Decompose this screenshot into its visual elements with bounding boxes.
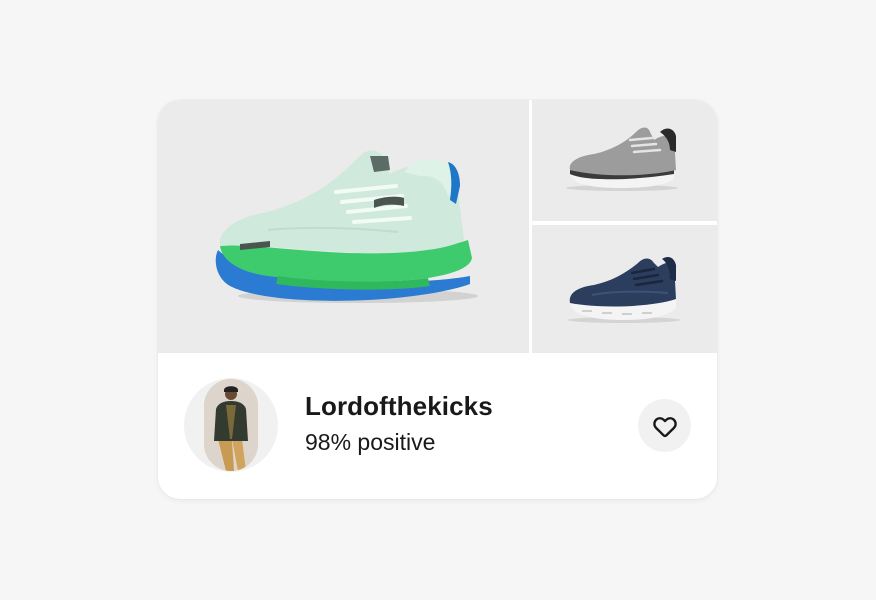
favorite-seller-button[interactable] xyxy=(638,399,691,452)
shoe-grey-icon xyxy=(566,127,678,191)
seller-avatar[interactable] xyxy=(184,378,278,472)
gallery-image-bottom[interactable] xyxy=(532,225,717,353)
shoe-navy-icon xyxy=(568,257,680,323)
seller-rating: 98% positive xyxy=(305,429,436,455)
gallery-image-top[interactable] xyxy=(532,100,717,221)
shoe-mint-green-icon xyxy=(215,150,478,303)
gallery-image-main[interactable] xyxy=(158,100,529,353)
product-gallery xyxy=(158,100,717,353)
seller-info: Lordofthekicks 98% positive xyxy=(158,353,717,499)
seller-name[interactable]: Lordofthekicks xyxy=(305,391,493,422)
seller-card[interactable]: Lordofthekicks 98% positive xyxy=(158,100,717,499)
seller-avatar-photo xyxy=(204,379,258,471)
heart-icon xyxy=(652,416,677,437)
